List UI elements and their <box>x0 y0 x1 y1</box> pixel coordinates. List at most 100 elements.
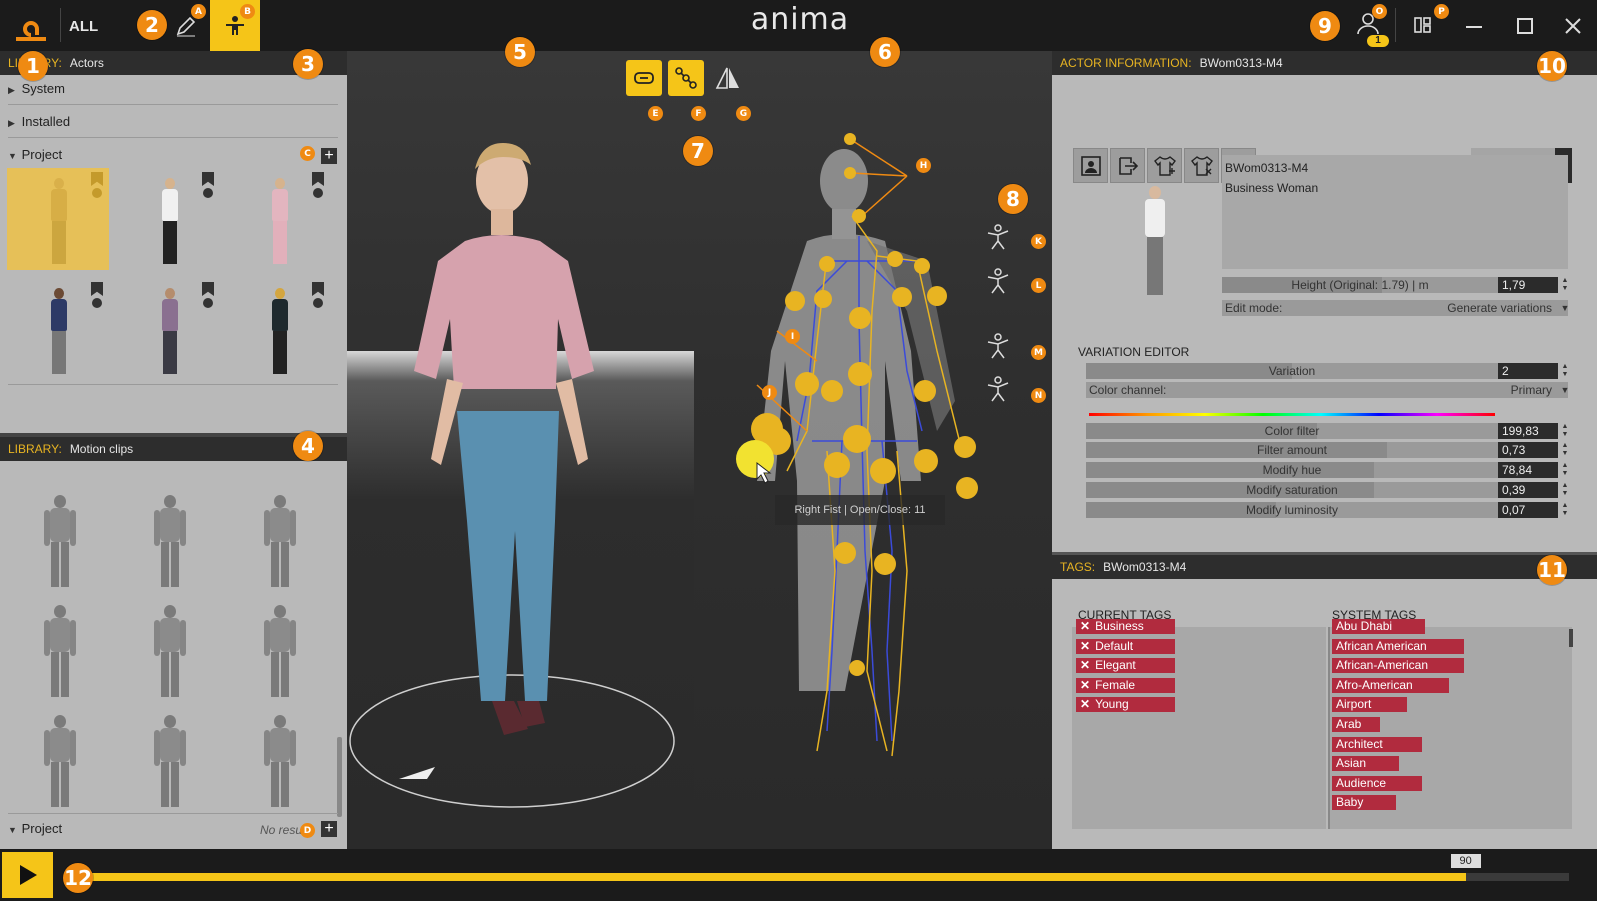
motion-clip-thumbnail[interactable] <box>150 605 190 697</box>
bookmark-icon[interactable] <box>91 172 103 186</box>
actor-thumbnail-selected[interactable] <box>7 168 109 270</box>
add-motion-button[interactable]: + <box>321 821 337 837</box>
actor-thumbnail[interactable] <box>7 278 109 380</box>
slider-value[interactable]: 199,83 <box>1498 423 1558 439</box>
anima-logo-icon[interactable] <box>14 9 48 43</box>
height-spinner[interactable]: ▲ ▼ <box>1560 277 1570 293</box>
actor-thumbnail[interactable] <box>118 168 220 270</box>
system-tag[interactable]: Baby <box>1332 795 1396 811</box>
system-tag[interactable]: Asian <box>1332 756 1399 772</box>
height-slider[interactable]: Height (Original: 1.79) | m <box>1222 277 1498 293</box>
current-tag[interactable]: ✕ Elegant <box>1076 658 1175 674</box>
remove-outfit-button[interactable] <box>1184 148 1219 183</box>
remove-tag-icon[interactable]: ✕ <box>1080 697 1090 711</box>
remove-tag-icon[interactable]: ✕ <box>1080 619 1090 633</box>
add-actor-button[interactable]: + <box>321 148 337 164</box>
variation-value[interactable]: 2 <box>1498 363 1558 379</box>
pose-tool-n-button[interactable] <box>984 375 1012 403</box>
current-tag[interactable]: ✕ Young <box>1076 697 1175 713</box>
motion-clip-thumbnail[interactable] <box>260 605 300 697</box>
filter-all-button[interactable]: ALL <box>69 18 98 35</box>
layout-button[interactable] <box>1412 14 1438 40</box>
pencil-icon <box>176 16 196 37</box>
mirror-button[interactable] <box>714 64 744 94</box>
motion-clip-thumbnail[interactable] <box>260 495 300 587</box>
variation-slider-4[interactable]: Modify luminosity <box>1086 502 1498 518</box>
close-window-button[interactable] <box>1563 16 1583 36</box>
maximize-button[interactable] <box>1517 18 1533 34</box>
slider-value[interactable]: 0,07 <box>1498 502 1558 518</box>
system-tag[interactable]: African-American <box>1332 658 1464 674</box>
skeleton-toggle-button[interactable] <box>668 60 704 96</box>
viewport-3d[interactable]: Right Fist | Open/Close: 11 <box>347 51 1052 849</box>
variation-slider-2[interactable]: Modify hue <box>1086 462 1498 478</box>
variation-slider-3[interactable]: Modify saturation <box>1086 482 1498 498</box>
system-tag[interactable]: African American <box>1332 638 1464 654</box>
system-tag[interactable]: Arab <box>1332 717 1380 732</box>
pose-tool-m-button[interactable] <box>984 332 1012 360</box>
slider-spinner[interactable]: ▲ ▼ <box>1560 442 1570 458</box>
bookmark-icon[interactable] <box>202 172 214 186</box>
slider-spinner[interactable]: ▲ ▼ <box>1560 462 1570 478</box>
actor-thumbnail[interactable] <box>228 168 330 270</box>
motion-clip-thumbnail[interactable] <box>260 715 300 807</box>
color-channel-select[interactable]: Color channel: Primary <box>1086 382 1568 398</box>
motion-clip-thumbnail[interactable] <box>40 605 80 697</box>
bookmark-icon[interactable] <box>91 282 103 296</box>
expand-arrow-icon: ▶ <box>8 85 15 95</box>
system-tag[interactable]: Afro-American <box>1332 677 1449 693</box>
variation-spinner[interactable]: ▲ ▼ <box>1560 363 1570 379</box>
add-outfit-button[interactable] <box>1147 148 1182 183</box>
actor-thumbnail[interactable] <box>228 278 330 380</box>
pose-tool-l-button[interactable] <box>984 267 1012 295</box>
current-tag[interactable]: ✕ Business <box>1076 619 1175 634</box>
slider-value[interactable]: 0,73 <box>1498 442 1558 458</box>
library-label: LIBRARY: <box>8 442 62 456</box>
system-tag[interactable]: Airport <box>1332 697 1407 713</box>
bookmark-icon[interactable] <box>312 282 324 296</box>
motion-clip-thumbnail[interactable] <box>40 715 80 807</box>
scrollbar[interactable] <box>1569 629 1573 647</box>
variation-slider-1[interactable]: Filter amount <box>1086 442 1498 458</box>
tree-item-installed[interactable]: ▶ Installed <box>8 106 338 138</box>
play-button[interactable] <box>2 852 53 898</box>
actor-description[interactable]: BWom0313-M4 Business Woman <box>1222 155 1568 269</box>
bookmark-icon[interactable] <box>202 282 214 296</box>
variation-slider-0[interactable]: Color filter <box>1086 423 1498 439</box>
variation-slider[interactable]: Variation <box>1086 363 1498 379</box>
system-tag[interactable]: Audience <box>1332 775 1422 791</box>
export-button[interactable] <box>1110 148 1145 183</box>
system-tag[interactable]: Abu Dhabi <box>1332 619 1425 634</box>
pose-tool-k-button[interactable] <box>984 223 1012 251</box>
height-value[interactable]: 1,79 <box>1498 277 1558 293</box>
motion-clip-thumbnail[interactable] <box>150 495 190 587</box>
current-tag[interactable]: ✕ Default <box>1076 638 1175 654</box>
chevron-down-icon[interactable]: ▼ <box>1560 304 1570 320</box>
motion-clip-thumbnail[interactable] <box>150 715 190 807</box>
actor-thumbnail[interactable] <box>118 278 220 380</box>
timeline-track[interactable] <box>92 873 1569 881</box>
tree-item-project[interactable]: ▼ Project <box>8 139 338 171</box>
slider-spinner[interactable]: ▲ ▼ <box>1560 502 1570 518</box>
tree-item-system[interactable]: ▶ System <box>8 73 338 105</box>
portrait-button[interactable] <box>1073 148 1108 183</box>
minimize-button[interactable] <box>1466 26 1482 28</box>
slider-spinner[interactable]: ▲ ▼ <box>1560 482 1570 498</box>
remove-tag-icon[interactable]: ✕ <box>1080 639 1090 653</box>
link-toggle-button[interactable] <box>626 60 662 96</box>
edit-mode-select[interactable]: Edit mode: Generate variations <box>1222 300 1568 316</box>
scrollbar[interactable] <box>337 737 342 817</box>
slider-value[interactable]: 0,39 <box>1498 482 1558 498</box>
system-tag[interactable]: Architect <box>1332 736 1422 752</box>
callout-c: C <box>300 146 315 161</box>
slider-spinner[interactable]: ▲ ▼ <box>1560 423 1570 439</box>
remove-tag-icon[interactable]: ✕ <box>1080 678 1090 692</box>
motion-clip-thumbnail[interactable] <box>40 495 80 587</box>
current-tag[interactable]: ✕ Female <box>1076 677 1175 693</box>
rig-model[interactable] <box>757 149 955 691</box>
actor-model[interactable] <box>414 143 594 735</box>
slider-value[interactable]: 78,84 <box>1498 462 1558 478</box>
chevron-down-icon[interactable]: ▼ <box>1560 386 1570 402</box>
remove-tag-icon[interactable]: ✕ <box>1080 658 1090 672</box>
bookmark-icon[interactable] <box>312 172 324 186</box>
